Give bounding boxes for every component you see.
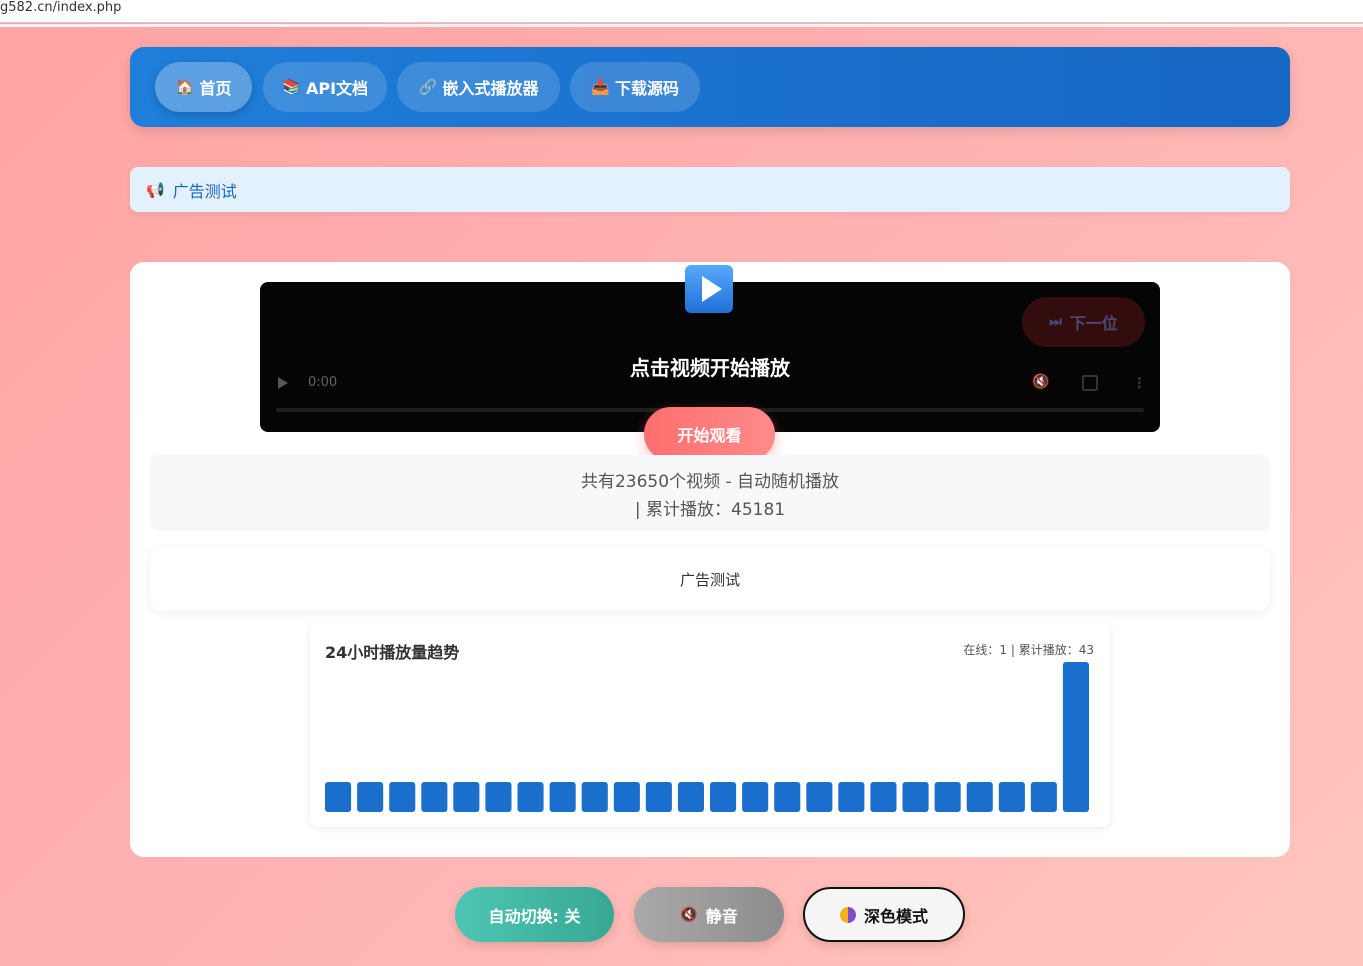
url-text[interactable]: g582.cn/index.php: [0, 0, 121, 16]
chart-bar-22: [998, 782, 1025, 812]
megaphone-icon: 📢: [146, 180, 165, 199]
top-nav: 🏠 首页 📚 API文档 🔗 嵌入式播放器 📥 下载源码: [130, 47, 1290, 127]
more-options-icon[interactable]: ⋮: [1132, 374, 1147, 392]
nav-embed-label: 嵌入式播放器: [442, 79, 539, 98]
mute-icon: 🔇: [680, 906, 698, 923]
chart-bar-12: [677, 782, 704, 812]
dark-mode-label: 深色模式: [863, 906, 928, 926]
home-icon: 🏠: [175, 78, 195, 96]
chart-bar-5: [453, 782, 480, 812]
stats-panel: 共有23650个视频 - 自动随机播放 | 累计播放：45181: [150, 455, 1270, 531]
chart-bar-19: [902, 782, 929, 812]
video-overlay-title: 点击视频开始播放: [630, 356, 790, 380]
chart-bar-1: [325, 782, 352, 812]
control-mute-icon[interactable]: 🔇: [1032, 374, 1049, 390]
chart-bar-11: [645, 782, 672, 812]
nav-api-label: API文档: [305, 79, 369, 98]
book-icon: 📚: [281, 78, 301, 96]
auto-switch-label: 自动切换: 关: [488, 906, 581, 926]
chart-bar-7: [517, 782, 544, 812]
play-icon[interactable]: [685, 265, 733, 313]
start-watching-button[interactable]: 开始观看: [644, 407, 775, 461]
total-plays-text: | 累计播放：45181: [634, 500, 786, 520]
control-play-icon[interactable]: [278, 377, 288, 389]
chart-bar-23: [1030, 782, 1057, 812]
chart-bar-8: [549, 782, 576, 812]
auto-switch-button[interactable]: 自动切换: 关: [455, 887, 614, 942]
chart-bar-20: [934, 782, 961, 812]
ad-box[interactable]: 广告测试: [150, 547, 1270, 611]
chart-bar-6: [485, 782, 512, 812]
chart-bar-3: [389, 782, 416, 812]
ad-banner-text: 广告测试: [172, 181, 237, 201]
chart-bar-15: [774, 782, 801, 812]
nav-api-button[interactable]: 📚 API文档: [263, 62, 387, 112]
ad-banner[interactable]: 📢 广告测试: [130, 167, 1290, 212]
nav-download-label: 下载源码: [614, 79, 679, 98]
video-count-text: 共有23650个视频 - 自动随机播放: [580, 472, 840, 492]
chart-bar-2: [357, 782, 384, 812]
download-icon: 📥: [590, 78, 610, 96]
next-label: 下一位: [1069, 314, 1118, 333]
mute-button[interactable]: 🔇 静音: [634, 887, 784, 942]
fullscreen-icon[interactable]: [1082, 375, 1098, 391]
browser-address-bar[interactable]: g582.cn/index.php: [0, 0, 1363, 23]
nav-home-label: 首页: [199, 79, 232, 98]
mute-label: 静音: [705, 906, 738, 926]
chart-bars: [325, 662, 1089, 812]
chart-bar-10: [613, 782, 640, 812]
link-icon: 🔗: [418, 78, 438, 96]
dark-mode-button[interactable]: 深色模式: [803, 887, 965, 942]
chart-bar-4: [421, 782, 448, 812]
trend-chart: 24小时播放量趋势 在线：1 | 累计播放：43: [310, 622, 1110, 827]
main-card: 点击视频开始播放 0:00 🔇 ⋮ ⏭ 下一位 开始观看 共有23650个视频 …: [130, 262, 1290, 857]
chart-bar-14: [742, 782, 769, 812]
chart-bar-17: [838, 782, 865, 812]
skip-next-icon: ⏭: [1049, 314, 1062, 330]
chart-bar-9: [581, 782, 608, 812]
nav-home-button[interactable]: 🏠 首页: [155, 62, 252, 112]
chart-bar-16: [806, 782, 833, 812]
address-bar-divider: [0, 24, 1363, 27]
chart-bar-18: [870, 782, 897, 812]
chart-bar-21: [966, 782, 993, 812]
chart-bar-13: [710, 782, 737, 812]
next-button[interactable]: ⏭ 下一位: [1022, 297, 1145, 347]
nav-embed-button[interactable]: 🔗 嵌入式播放器: [397, 62, 560, 112]
video-time: 0:00: [308, 375, 338, 390]
moon-icon: [839, 906, 856, 923]
nav-download-button[interactable]: 📥 下载源码: [570, 62, 700, 112]
chart-bar-24: [1062, 662, 1089, 812]
